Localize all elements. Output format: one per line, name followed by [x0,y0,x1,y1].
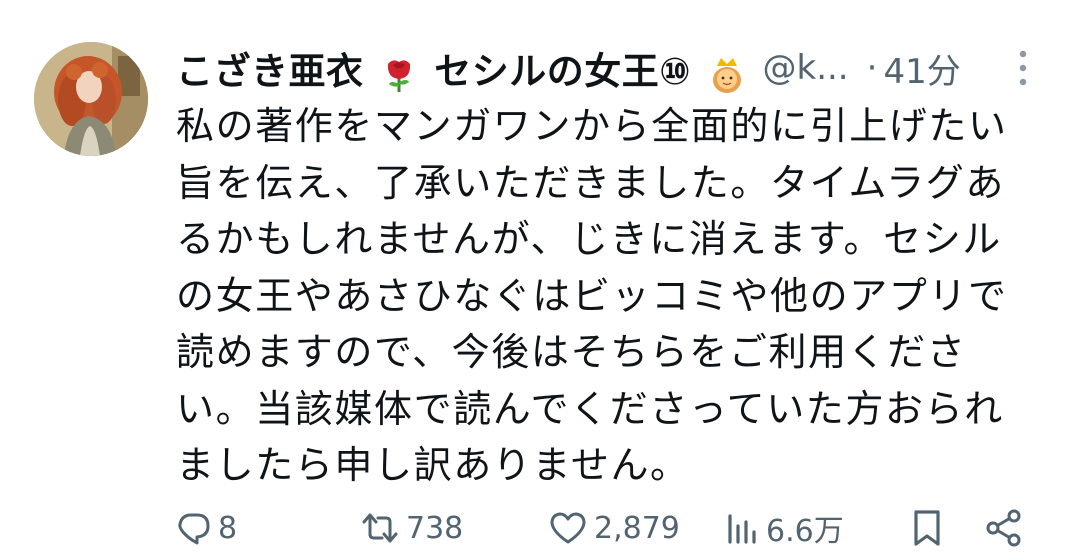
action-bar: 8 738 2,879 6.6万 [176,500,1046,552]
share-button[interactable] [984,500,1024,552]
views-button[interactable]: 6.6万 [724,500,844,552]
reply-icon [178,513,210,545]
heart-icon [550,512,586,544]
tweet-text-line: 私の著作をマンガワンから全面的に引上げたい [176,104,1008,148]
tweet-header: こざき亜衣 セシルの女王⑩ @k... · 41分 [176,38,1046,98]
reply-button[interactable]: 8 [176,500,237,552]
like-count: 2,879 [594,510,680,546]
views-icon [728,514,756,544]
display-name[interactable]: こざき亜衣 セシルの女王⑩ [176,41,749,95]
tweet[interactable]: こざき亜衣 セシルの女王⑩ @k... · 41分 私の著作をマンガワンから全面… [0,0,1080,552]
retweet-count: 738 [406,510,464,546]
like-button[interactable]: 2,879 [548,500,680,552]
views-count: 6.6万 [766,514,844,549]
more-vertical-icon[interactable] [1013,46,1033,90]
tweet-text-line: るかもしれませんが、じきに消えます。セシル [176,217,1002,261]
avatar-image [34,42,148,156]
display-name-part2: セシルの女王⑩ [434,50,692,93]
retweet-icon [362,513,398,543]
reply-count: 8 [218,510,238,546]
rose-icon [387,59,410,92]
separator-dot: · [866,48,878,88]
timestamp[interactable]: 41分 [883,44,960,93]
share-icon [986,509,1021,547]
avatar[interactable] [34,42,148,156]
user-handle[interactable]: @k... [763,48,849,88]
tweet-text-line: 旨を伝え、了承いただきました。タイムラグあ [176,160,1005,205]
retweet-button[interactable]: 738 [360,500,463,552]
display-name-part1: こざき亜衣 [176,50,364,93]
tweet-text: 私の著作をマンガワンから全面的に引上げたい 旨を伝え、了承いただきました。タイム… [176,98,1026,494]
tweet-text-line: 読めますので、今後はそちらをご利用くださ [176,330,967,374]
bookmark-icon [914,510,940,546]
tweet-text-line: の女王やあさひなぐはビッコミや他のアプリで [176,273,1008,318]
bookmark-button[interactable] [910,500,944,552]
tweet-text-line: い。当該媒体で読んでくださっていた方おられ [176,386,1004,431]
tweet-text-line: ましたら申し訳ありません。 [176,443,690,487]
princess-crown-icon [712,57,741,93]
